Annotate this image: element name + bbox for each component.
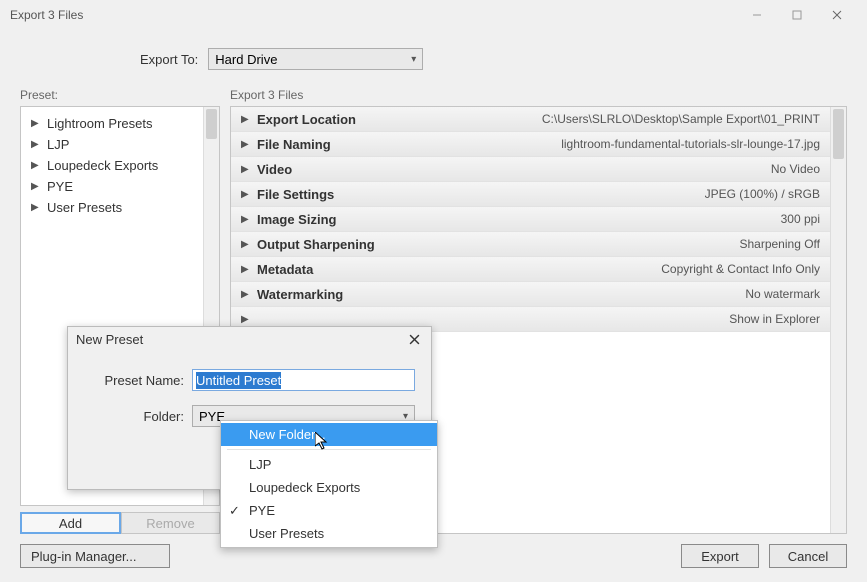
preset-name-label: Preset Name: bbox=[84, 373, 184, 388]
modal-close-button[interactable] bbox=[405, 330, 423, 348]
remove-preset-button[interactable]: Remove bbox=[121, 512, 220, 534]
window-titlebar: Export 3 Files bbox=[0, 0, 867, 30]
triangle-right-icon: ▶ bbox=[241, 289, 251, 300]
preset-buttons: Add Remove bbox=[20, 512, 220, 534]
section-row-output-sharpening[interactable]: ▶Output SharpeningSharpening Off bbox=[231, 232, 830, 257]
triangle-right-icon: ▶ bbox=[241, 114, 251, 125]
scrollbar[interactable] bbox=[830, 107, 846, 533]
add-preset-button[interactable]: Add bbox=[20, 512, 121, 534]
section-row-image-sizing[interactable]: ▶Image Sizing300 ppi bbox=[231, 207, 830, 232]
triangle-right-icon: ▶ bbox=[31, 181, 41, 192]
triangle-right-icon: ▶ bbox=[241, 214, 251, 225]
preset-item[interactable]: ▶Loupedeck Exports bbox=[21, 155, 219, 176]
window-title: Export 3 Files bbox=[10, 8, 737, 22]
dropdown-item-new-folder[interactable]: New Folder... bbox=[221, 423, 437, 446]
folder-label: Folder: bbox=[84, 409, 184, 424]
window-maximize-button[interactable] bbox=[777, 0, 817, 30]
export-to-row: Export To: Hard Drive ▾ bbox=[20, 30, 847, 88]
folder-dropdown-menu[interactable]: New Folder... LJP Loupedeck Exports ✓PYE… bbox=[220, 420, 438, 548]
dropdown-item[interactable]: ✓PYE bbox=[221, 499, 437, 522]
cancel-button[interactable]: Cancel bbox=[769, 544, 847, 568]
triangle-right-icon: ▶ bbox=[241, 264, 251, 275]
triangle-right-icon: ▶ bbox=[241, 139, 251, 150]
preset-name-value: Untitled Preset bbox=[196, 372, 281, 389]
triangle-right-icon: ▶ bbox=[31, 202, 41, 213]
preset-item[interactable]: ▶User Presets bbox=[21, 197, 219, 218]
triangle-right-icon: ▶ bbox=[31, 139, 41, 150]
dropdown-separator bbox=[227, 449, 431, 450]
section-row-video[interactable]: ▶VideoNo Video bbox=[231, 157, 830, 182]
preset-item[interactable]: ▶LJP bbox=[21, 134, 219, 155]
section-row-file-naming[interactable]: ▶File Naminglightroom-fundamental-tutori… bbox=[231, 132, 830, 157]
section-row-export-location[interactable]: ▶Export LocationC:\Users\SLRLO\Desktop\S… bbox=[231, 107, 830, 132]
preset-item[interactable]: ▶PYE bbox=[21, 176, 219, 197]
section-row-metadata[interactable]: ▶MetadataCopyright & Contact Info Only bbox=[231, 257, 830, 282]
triangle-right-icon: ▶ bbox=[241, 314, 251, 325]
export-to-label: Export To: bbox=[140, 52, 198, 67]
triangle-right-icon: ▶ bbox=[241, 239, 251, 250]
section-row-file-settings[interactable]: ▶File SettingsJPEG (100%) / sRGB bbox=[231, 182, 830, 207]
modal-title: New Preset bbox=[76, 332, 405, 347]
check-icon: ✓ bbox=[229, 503, 240, 519]
preset-name-row: Preset Name: Untitled Preset bbox=[84, 369, 415, 391]
dropdown-item[interactable]: LJP bbox=[221, 453, 437, 476]
window-minimize-button[interactable] bbox=[737, 0, 777, 30]
sections-panel-label: Export 3 Files bbox=[230, 88, 847, 102]
triangle-right-icon: ▶ bbox=[31, 160, 41, 171]
triangle-right-icon: ▶ bbox=[241, 164, 251, 175]
plugin-manager-button[interactable]: Plug-in Manager... bbox=[20, 544, 170, 568]
export-button[interactable]: Export bbox=[681, 544, 759, 568]
preset-name-input[interactable]: Untitled Preset bbox=[192, 369, 415, 391]
triangle-right-icon: ▶ bbox=[31, 118, 41, 129]
window-close-button[interactable] bbox=[817, 0, 857, 30]
chevron-down-icon: ▾ bbox=[411, 54, 416, 65]
modal-titlebar: New Preset bbox=[68, 327, 431, 351]
section-row-watermarking[interactable]: ▶WatermarkingNo watermark bbox=[231, 282, 830, 307]
triangle-right-icon: ▶ bbox=[241, 189, 251, 200]
preset-panel-label: Preset: bbox=[20, 88, 220, 102]
dropdown-item[interactable]: User Presets bbox=[221, 522, 437, 545]
preset-item[interactable]: ▶Lightroom Presets bbox=[21, 113, 219, 134]
dropdown-item[interactable]: Loupedeck Exports bbox=[221, 476, 437, 499]
export-to-select[interactable]: Hard Drive ▾ bbox=[208, 48, 423, 70]
export-to-value: Hard Drive bbox=[215, 52, 277, 67]
